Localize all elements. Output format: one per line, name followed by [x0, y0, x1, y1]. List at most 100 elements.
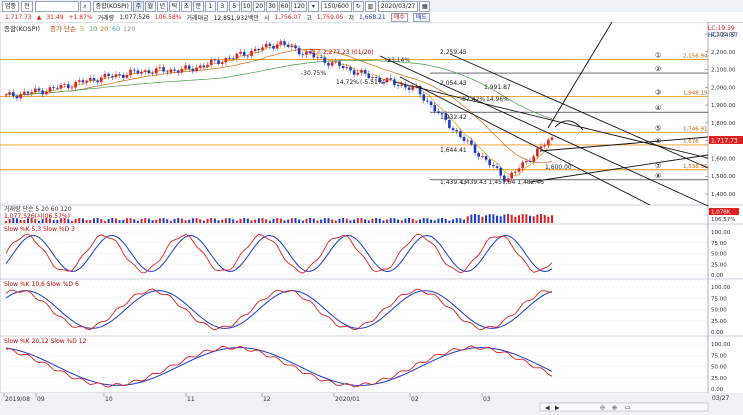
stoch-tick: 100.00: [711, 230, 731, 236]
candle-body: [367, 73, 371, 78]
zoom-out-icon[interactable]: ⊖: [600, 405, 605, 412]
symbol-input[interactable]: [34, 0, 79, 12]
volume-bar: [92, 218, 95, 223]
scroll-controls[interactable]: ◀ ▶ ⊖ ⊕ ▭: [539, 402, 709, 412]
candle-body: [26, 91, 30, 94]
volume-bar: [419, 219, 422, 223]
period-tick[interactable]: 틱: [168, 0, 180, 12]
volume-bar: [342, 218, 345, 223]
chart-canvas[interactable]: 종합(KOSPI) 종가 단순 5 10 20 60 120 LC:19.39 …: [0, 22, 743, 415]
change-pct: +1.87%: [68, 13, 93, 21]
level-value: 2,156.94: [683, 53, 708, 59]
volume-bar: [114, 218, 117, 223]
volume-bar: [367, 220, 370, 223]
volume-bar: [470, 214, 473, 223]
candle-body: [422, 94, 426, 101]
volume-bar: [507, 214, 510, 223]
candle-body: [30, 92, 33, 94]
volume-value: 1,077,526: [119, 13, 150, 21]
volume-bar: [272, 218, 275, 223]
annot-1991: 1,991.87: [484, 84, 511, 91]
level-value: 1,948.19: [683, 91, 708, 97]
high-value: 1,759.05: [316, 13, 344, 21]
candle-body: [352, 70, 356, 75]
scroll-left-icon[interactable]: ◀: [545, 405, 550, 412]
mode-select[interactable]: 업종: [2, 0, 20, 12]
volume-bar: [210, 218, 213, 223]
volume-bar: [463, 219, 466, 223]
candle-body: [297, 48, 301, 55]
period-year[interactable]: 년: [156, 0, 168, 12]
period-week[interactable]: 주: [132, 0, 144, 12]
sell-button[interactable]: 매도: [412, 12, 430, 22]
candle-body: [466, 140, 470, 142]
candle-body: [253, 48, 257, 52]
candle-body: [242, 51, 246, 56]
period-month[interactable]: 월: [144, 0, 156, 12]
date-input[interactable]: 2020/03/27: [377, 0, 419, 12]
candle-body: [323, 57, 327, 63]
level-number: ①: [655, 51, 661, 59]
stoch-tick: 0.00: [711, 330, 724, 336]
candle-body: [213, 59, 217, 61]
volume-bar: [37, 220, 40, 223]
period-60[interactable]: 60: [278, 0, 291, 12]
volume-bar: [492, 214, 495, 223]
zoom-in-icon[interactable]: ⊕: [612, 405, 617, 412]
ma-legend-5: 5: [80, 25, 84, 33]
fit-icon[interactable]: ▭: [625, 405, 631, 412]
stoch-tick: 0.00: [711, 273, 724, 279]
candle-body: [103, 73, 107, 78]
annot-pct6: 14.96%: [486, 96, 509, 103]
candle-body: [151, 73, 154, 75]
buy-button[interactable]: 매수: [390, 12, 408, 22]
period-20[interactable]: 20: [253, 0, 266, 12]
candle-body: [169, 69, 173, 73]
market-select[interactable]: 전: [21, 0, 33, 12]
options-icon[interactable]: ▾: [307, 0, 319, 12]
volume-bar: [239, 218, 242, 223]
volume-bar: [15, 218, 18, 223]
period-min[interactable]: 분: [192, 0, 204, 12]
volume-bar: [364, 219, 367, 223]
volume-bar: [199, 219, 202, 223]
annot-pct4: (-5.51%): [360, 79, 386, 86]
candle-body: [488, 159, 492, 166]
volume-bar: [529, 215, 532, 223]
candle-body: [338, 61, 341, 67]
candle-body: [143, 70, 147, 72]
period-sec[interactable]: 초: [180, 0, 192, 12]
volume-bar: [371, 218, 374, 223]
period-1[interactable]: 1: [204, 0, 216, 12]
volume-bar: [525, 214, 528, 223]
chart-type-icon[interactable]: ▥: [364, 0, 376, 12]
volume-bar: [26, 218, 29, 223]
zoom-apply-icon[interactable]: ↻: [352, 0, 364, 12]
open-value: 1,756.07: [274, 13, 302, 21]
volume-bar: [107, 218, 110, 223]
period-10[interactable]: 10: [240, 0, 253, 12]
period-5[interactable]: 5: [228, 0, 240, 12]
candle-body: [257, 48, 261, 51]
volume-bar: [52, 220, 55, 223]
scrollbar[interactable]: [539, 402, 709, 412]
calendar-icon[interactable]: ▦: [419, 0, 431, 12]
zoom-input[interactable]: 150/600: [320, 0, 352, 12]
period-30[interactable]: 30: [266, 0, 278, 12]
stoch-tick: 100.00: [711, 342, 731, 348]
candle-body: [429, 101, 433, 106]
period-3[interactable]: 3: [216, 0, 228, 12]
y-tick-label: 1,600.00: [711, 156, 736, 162]
volume-bar: [195, 218, 198, 223]
candle-body: [363, 69, 367, 74]
scroll-right-icon[interactable]: ▶: [555, 405, 560, 412]
candle-body: [224, 58, 228, 63]
period-120[interactable]: 120: [291, 0, 307, 12]
candle-body: [140, 71, 143, 74]
candle-body: [88, 78, 92, 81]
volume-bar: [191, 218, 194, 223]
volume-bar: [389, 218, 392, 223]
volume-bar: [356, 218, 359, 223]
search-icon[interactable]: ⌕: [79, 0, 91, 12]
volume-bar: [301, 220, 304, 223]
